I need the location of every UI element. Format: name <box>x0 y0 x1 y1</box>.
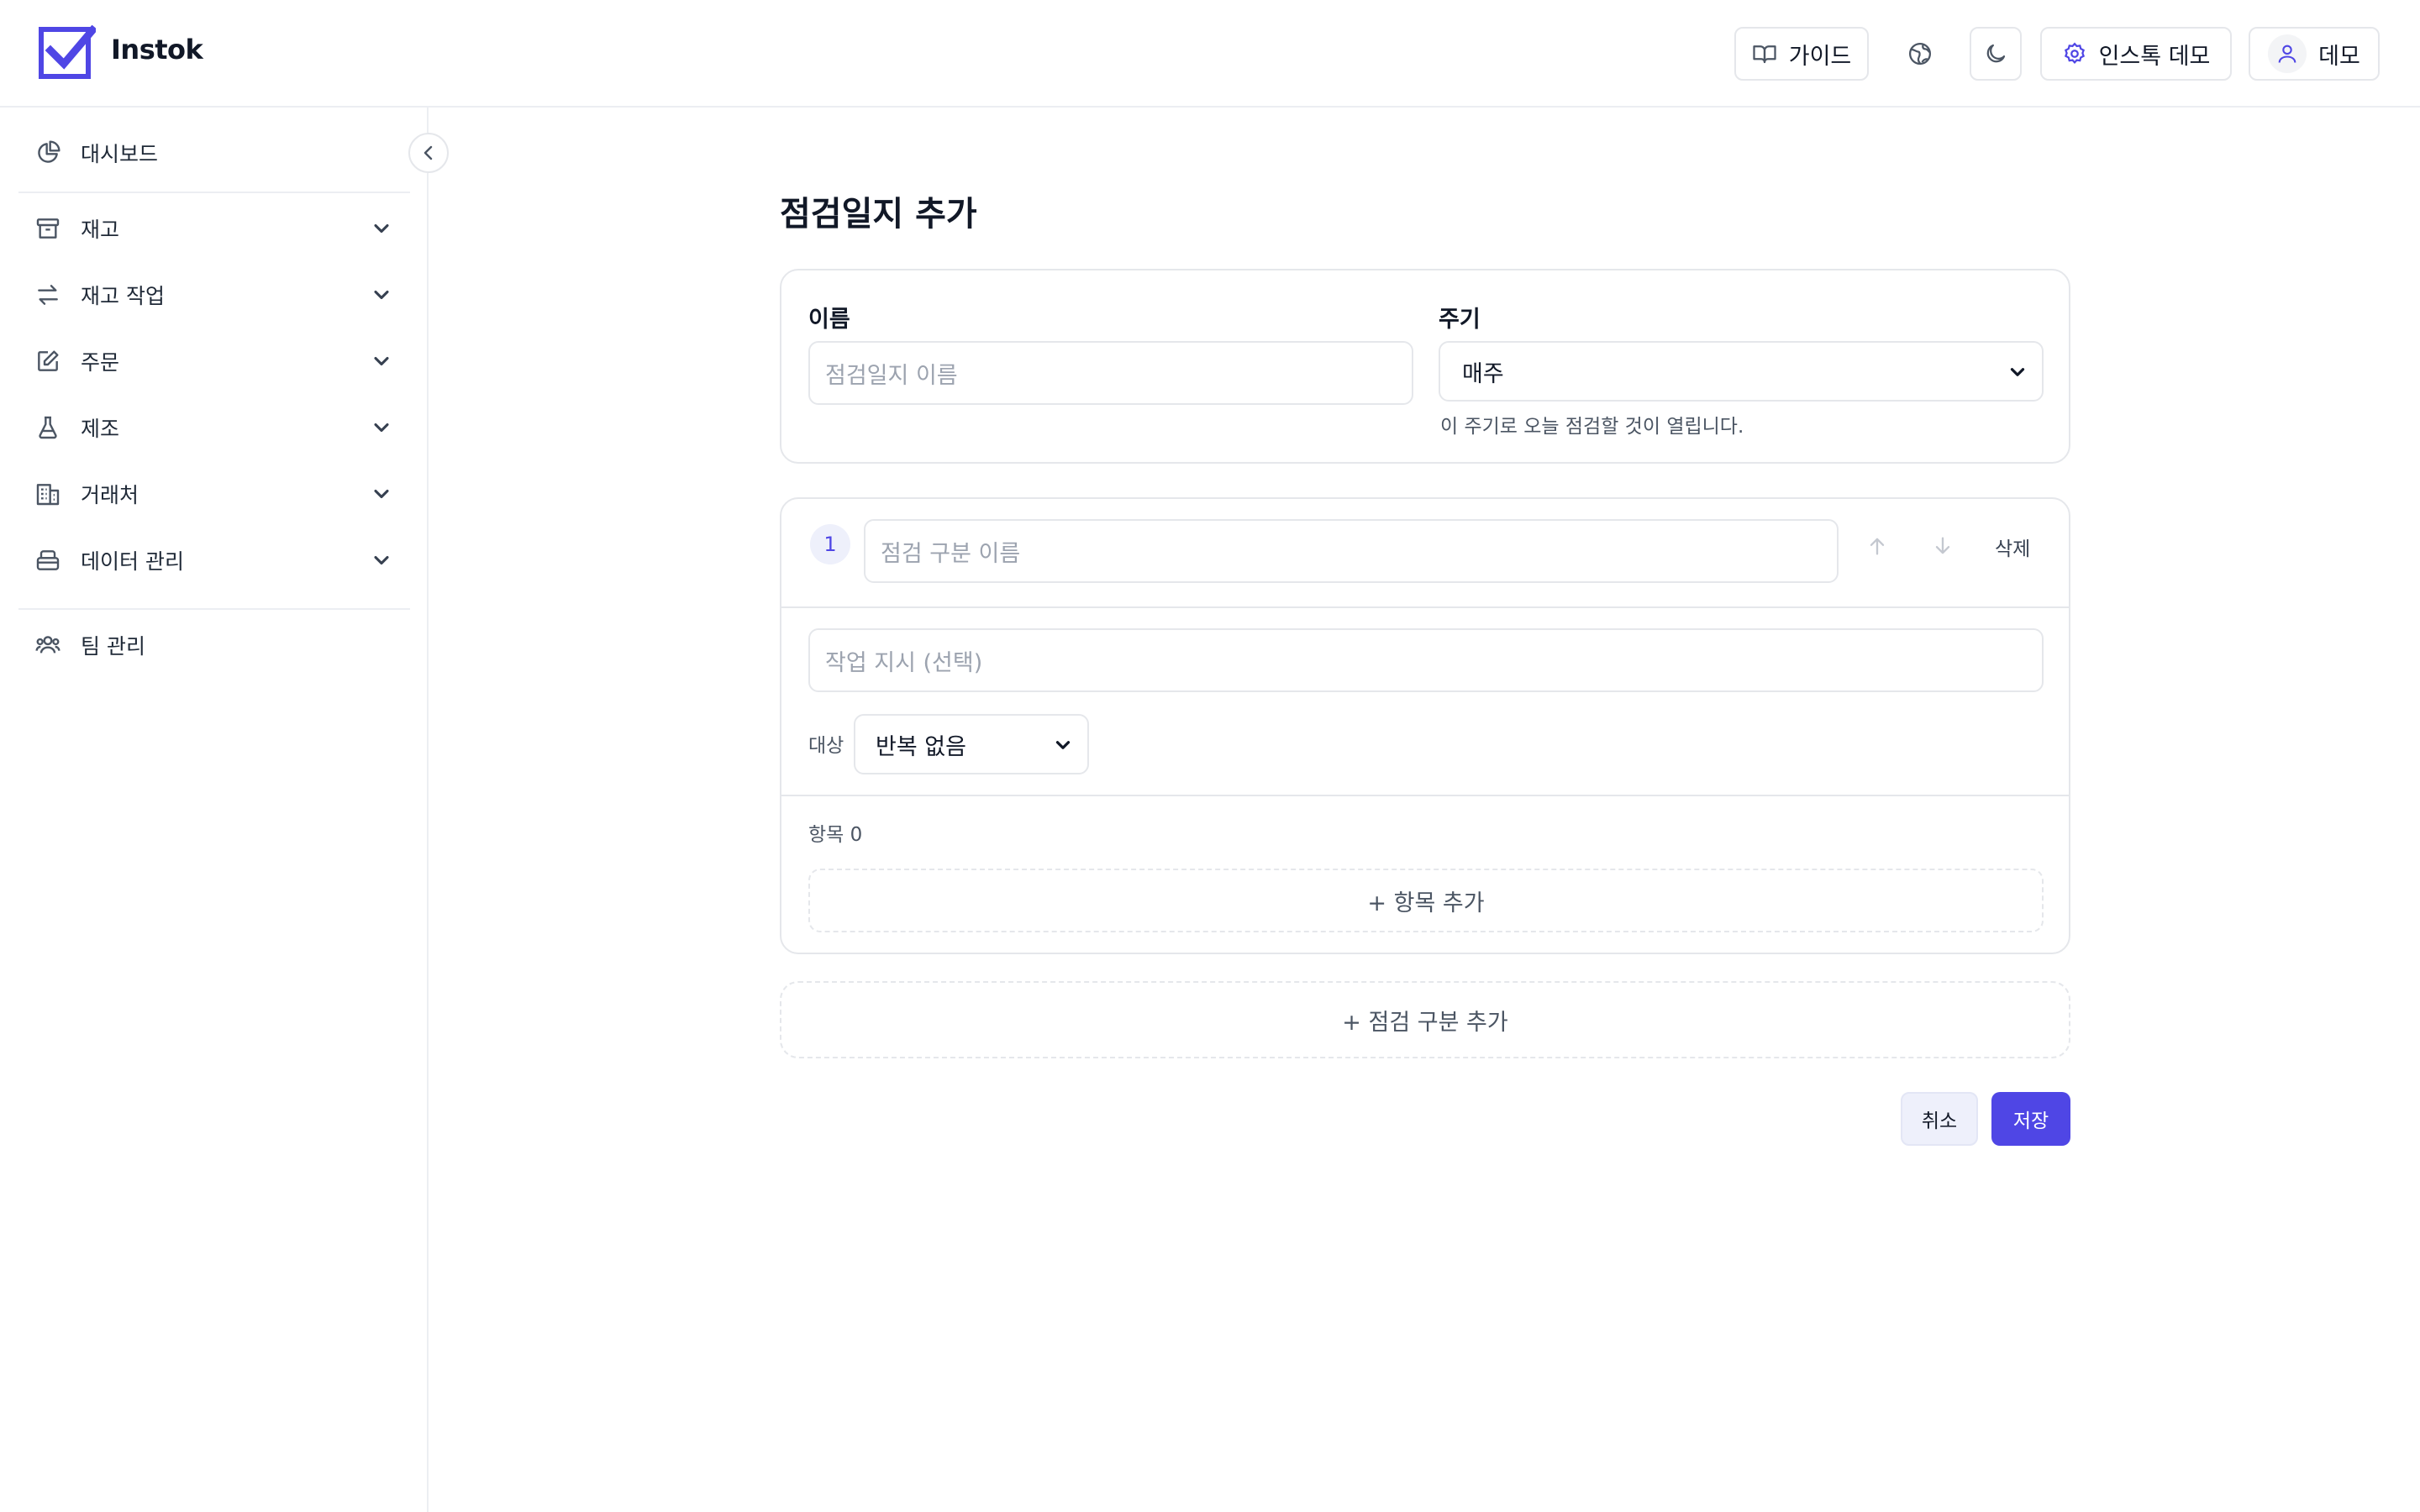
items-count: 항목 0 <box>808 824 863 846</box>
section-number-badge: 1 <box>810 524 850 564</box>
sidebar: 대시보드 재고 재고 작업 주문 제조 거래처 데이터 관리 팀 관리 <box>0 108 429 1512</box>
user-label: 데모 <box>2318 43 2360 70</box>
delete-section-button[interactable]: 삭제 <box>1995 533 2030 561</box>
cycle-hint: 이 주기로 오늘 점검할 것이 열립니다. <box>1440 416 1744 438</box>
sidebar-item-label: 주문 <box>81 350 120 375</box>
move-down-button[interactable] <box>1926 529 1960 563</box>
sidebar-item-data-management[interactable]: 데이터 관리 <box>18 533 410 587</box>
sidebar-item-orders[interactable]: 주문 <box>18 334 410 388</box>
language-button[interactable] <box>1894 27 1946 81</box>
section-divider <box>781 795 2069 796</box>
add-item-button[interactable]: + 항목 추가 <box>808 869 2044 932</box>
sidebar-item-label: 팀 관리 <box>81 634 145 659</box>
globe-icon <box>1909 43 1931 65</box>
page-title: 점검일지 추가 <box>780 195 977 234</box>
moon-icon <box>1986 44 2006 63</box>
chevron-down-icon <box>374 555 389 565</box>
user-menu-button[interactable]: 데모 <box>2249 27 2380 81</box>
logo-check-icon <box>39 25 96 79</box>
add-section-button[interactable]: + 점검 구분 추가 <box>780 981 2070 1058</box>
cancel-button[interactable]: 취소 <box>1901 1092 1978 1146</box>
sidebar-item-inventory-tasks[interactable]: 재고 작업 <box>18 268 410 322</box>
save-button[interactable]: 저장 <box>1991 1092 2070 1146</box>
inspection-log-info-card: 이름 점검일지 이름 주기 매주 이 주기로 오늘 점검할 것이 열립니다. <box>780 269 2070 464</box>
name-label: 이름 <box>808 307 850 333</box>
chevron-down-icon <box>374 290 389 300</box>
user-icon <box>2278 45 2296 63</box>
work-instruction-input[interactable]: 작업 지시 (선택) <box>808 628 2044 692</box>
target-select[interactable]: 반복 없음 <box>854 714 1089 774</box>
sidebar-collapse-button[interactable] <box>408 133 449 173</box>
cycle-label: 주기 <box>1439 307 1481 333</box>
sidebar-item-dashboard[interactable]: 대시보드 <box>18 126 410 180</box>
avatar <box>2268 34 2307 73</box>
section-name-placeholder: 점검 구분 이름 <box>881 540 1021 567</box>
sidebar-item-partners[interactable]: 거래처 <box>18 467 410 521</box>
top-header: Instok 가이드 인스톡 데모 데모 <box>0 0 2420 108</box>
database-icon <box>36 550 60 570</box>
guide-label: 가이드 <box>1788 43 1852 70</box>
sidebar-item-inventory[interactable]: 재고 <box>18 202 410 255</box>
arrow-down-icon <box>1935 537 1950 554</box>
book-icon <box>1753 45 1776 64</box>
sidebar-divider <box>18 608 410 610</box>
sidebar-item-label: 데이터 관리 <box>81 549 184 574</box>
chevron-left-icon <box>424 145 433 160</box>
sidebar-item-label: 거래처 <box>81 483 139 507</box>
target-label: 대상 <box>808 735 844 757</box>
pie-chart-icon <box>38 140 60 163</box>
theme-toggle-button[interactable] <box>1970 27 2022 81</box>
sidebar-item-label: 대시보드 <box>81 142 159 166</box>
chevron-down-icon <box>374 223 389 234</box>
users-icon <box>35 636 60 654</box>
sidebar-item-manufacturing[interactable]: 제조 <box>18 401 410 454</box>
chevron-down-icon <box>2010 368 2025 376</box>
app-name: Instok <box>111 34 203 66</box>
gear-icon <box>2064 42 2085 65</box>
archive-icon <box>36 218 60 239</box>
cycle-selected-value: 매주 <box>1462 360 1504 387</box>
target-selected-value: 반복 없음 <box>876 733 966 760</box>
sidebar-item-label: 재고 <box>81 218 120 242</box>
workspace-label: 인스톡 데모 <box>2098 43 2211 70</box>
work-instruction-placeholder: 작업 지시 (선택) <box>825 649 983 676</box>
arrow-up-icon <box>1870 538 1885 555</box>
flask-icon <box>39 416 57 439</box>
inspection-section-card: 1 점검 구분 이름 삭제 작업 지시 (선택) 대상 반복 없음 항목 0 +… <box>780 497 2070 954</box>
sidebar-item-label: 재고 작업 <box>81 284 165 308</box>
section-divider <box>781 606 2069 608</box>
arrows-swap-icon <box>38 285 58 305</box>
section-name-input[interactable]: 점검 구분 이름 <box>864 519 1839 583</box>
chevron-down-icon <box>374 489 389 499</box>
guide-button[interactable]: 가이드 <box>1734 27 1869 81</box>
chevron-down-icon <box>374 423 389 433</box>
inspection-log-name-placeholder: 점검일지 이름 <box>825 362 958 389</box>
sidebar-item-label: 제조 <box>81 417 120 441</box>
building-icon <box>36 484 60 506</box>
chevron-down-icon <box>1055 741 1071 749</box>
move-up-button[interactable] <box>1860 529 1894 563</box>
inspection-log-name-input[interactable]: 점검일지 이름 <box>808 341 1413 405</box>
sidebar-divider <box>18 192 410 193</box>
chevron-down-icon <box>374 356 389 366</box>
cycle-select[interactable]: 매주 <box>1439 341 2044 402</box>
sidebar-item-team[interactable]: 팀 관리 <box>18 618 410 672</box>
workspace-settings-button[interactable]: 인스톡 데모 <box>2040 27 2232 81</box>
edit-icon <box>38 350 59 371</box>
